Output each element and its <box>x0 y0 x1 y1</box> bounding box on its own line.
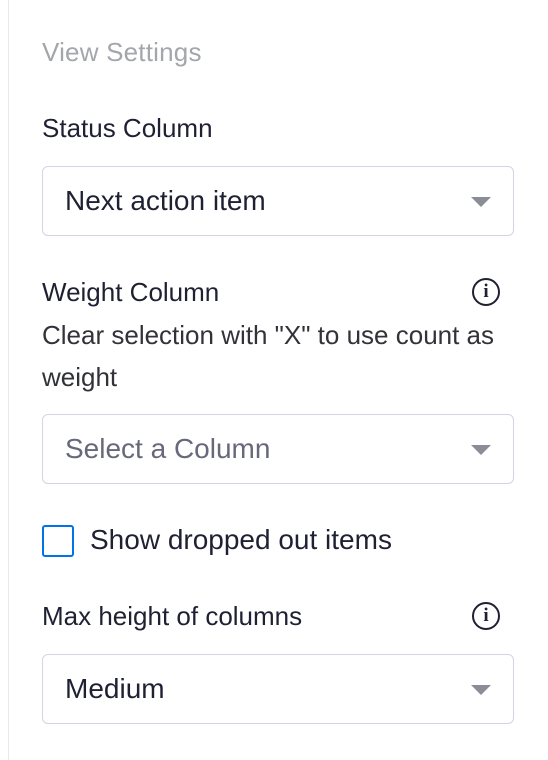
chevron-down-icon <box>471 445 491 455</box>
weight-column-select[interactable]: Select a Column <box>42 414 514 484</box>
panel-divider <box>8 0 9 760</box>
max-height-value: Medium <box>65 673 165 704</box>
max-height-select[interactable]: Medium <box>42 654 514 724</box>
info-icon[interactable]: i <box>472 278 500 306</box>
status-column-select[interactable]: Next action item <box>42 166 514 236</box>
chevron-down-icon <box>471 197 491 207</box>
status-column-label: Status Column <box>42 113 213 143</box>
weight-column-placeholder: Select a Column <box>65 433 271 464</box>
info-icon[interactable]: i <box>472 602 500 630</box>
weight-column-helper: Clear selection with "X" to use count as… <box>42 320 495 392</box>
show-dropped-checkbox[interactable] <box>42 525 74 557</box>
section-title: View Settings <box>42 37 202 67</box>
chevron-down-icon <box>471 685 491 695</box>
weight-column-label: Weight Column <box>42 277 220 307</box>
status-column-value: Next action item <box>65 185 266 216</box>
max-height-label: Max height of columns <box>42 601 303 631</box>
show-dropped-label[interactable]: Show dropped out items <box>90 523 392 557</box>
